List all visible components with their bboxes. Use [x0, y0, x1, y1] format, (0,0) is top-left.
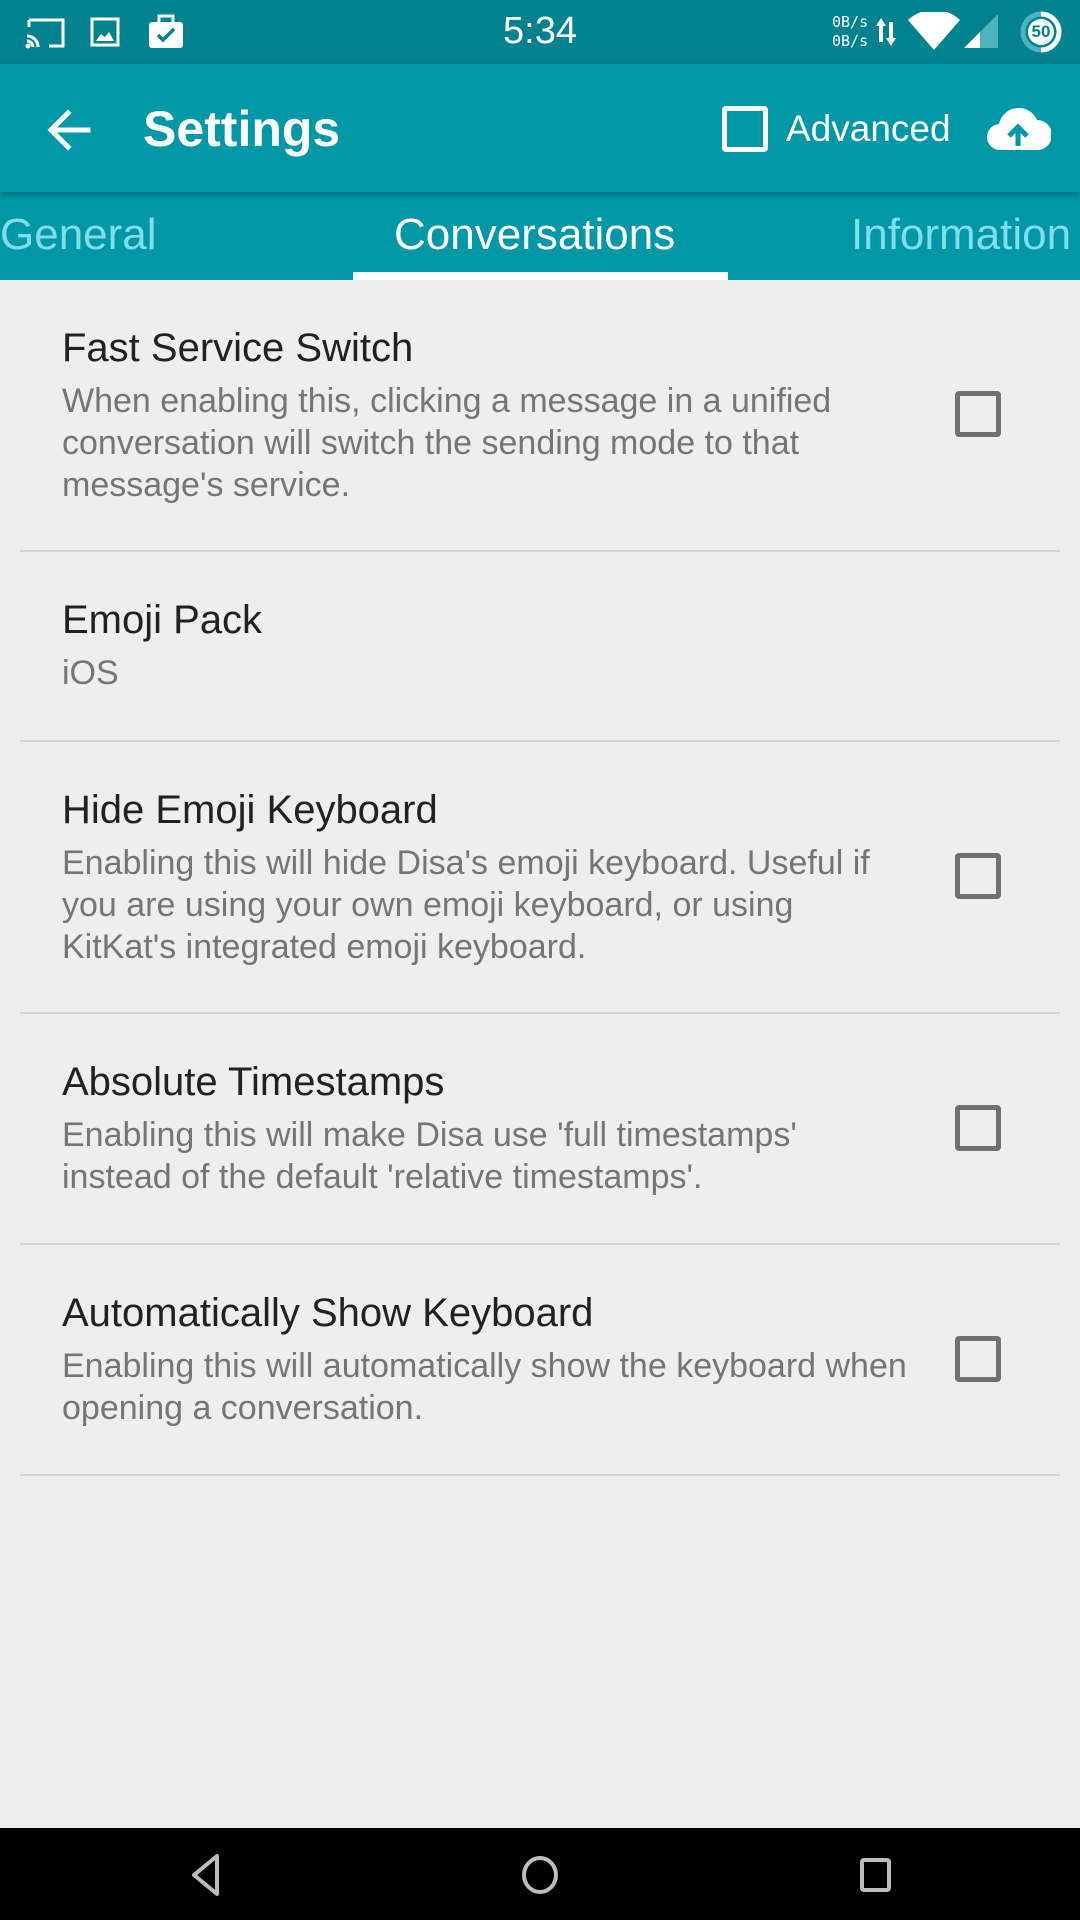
pref-absolute-timestamps[interactable]: Absolute Timestamps Enabling this will m…: [20, 1014, 1060, 1245]
fast-service-switch-checkbox[interactable]: [955, 391, 1001, 437]
page-title: Settings: [143, 101, 341, 157]
recents-square-icon: [860, 1858, 891, 1892]
app-bar: Settings Advanced: [0, 64, 1080, 192]
navigation-bar: [0, 1828, 1080, 1920]
preferences-list: Fast Service Switch When enabling this, …: [0, 280, 1080, 1476]
tab-information[interactable]: Information: [851, 210, 1071, 260]
pref-auto-show-keyboard[interactable]: Automatically Show Keyboard Enabling thi…: [20, 1245, 1060, 1476]
tab-conversations[interactable]: Conversations: [394, 210, 675, 260]
advanced-label: Advanced: [786, 108, 951, 149]
pref-title: Hide Emoji Keyboard: [62, 788, 438, 832]
active-tab-indicator: [353, 272, 728, 280]
arrow-left-icon: [47, 109, 91, 151]
status-bar: 5:34 0B/s 0B/s 50: [0, 0, 1080, 64]
auto-show-keyboard-checkbox[interactable]: [955, 1336, 1001, 1382]
wifi-icon: [908, 12, 960, 50]
tab-bar: General Conversations Information: [0, 192, 1080, 280]
pref-summary: Enabling this will make Disa use 'full t…: [62, 1116, 797, 1196]
nav-recents-button[interactable]: [846, 1848, 906, 1902]
upload-speed: 0B/s: [832, 13, 869, 31]
advanced-toggle[interactable]: Advanced: [722, 104, 951, 154]
back-button[interactable]: [42, 102, 98, 158]
pref-hide-emoji-keyboard[interactable]: Hide Emoji Keyboard Enabling this will h…: [20, 742, 1060, 1014]
pref-title: Automatically Show Keyboard: [62, 1291, 594, 1335]
nav-home-button[interactable]: [510, 1848, 570, 1902]
pref-title: Fast Service Switch: [62, 326, 414, 370]
tab-general[interactable]: General: [0, 210, 157, 260]
pref-fast-service-switch[interactable]: Fast Service Switch When enabling this, …: [20, 280, 1060, 552]
hide-emoji-keyboard-checkbox[interactable]: [955, 853, 1001, 899]
pref-emoji-pack[interactable]: Emoji Pack iOS: [20, 552, 1060, 742]
battery-indicator: 50: [1020, 11, 1062, 53]
download-speed: 0B/s: [832, 32, 869, 50]
back-triangle-icon: [192, 1854, 219, 1896]
pref-title: Emoji Pack: [62, 598, 263, 642]
pref-summary: Enabling this will automatically show th…: [62, 1347, 907, 1427]
pref-summary: Enabling this will hide Disa's emoji key…: [62, 844, 870, 966]
upload-button[interactable]: [985, 102, 1052, 158]
cell-signal-icon: [964, 14, 998, 48]
network-speed: 0B/s 0B/s: [832, 13, 868, 51]
cloud-upload-icon: [986, 107, 1052, 151]
data-transfer-icon: [876, 18, 896, 46]
pref-title: Absolute Timestamps: [62, 1060, 445, 1104]
absolute-timestamps-checkbox[interactable]: [955, 1105, 1001, 1151]
pref-summary: When enabling this, clicking a message i…: [62, 382, 832, 504]
battery-level: 50: [1031, 22, 1051, 41]
pref-summary: iOS: [62, 654, 119, 692]
nav-back-button[interactable]: [176, 1848, 236, 1902]
home-circle-icon: [522, 1856, 558, 1894]
advanced-checkbox[interactable]: [722, 106, 768, 152]
